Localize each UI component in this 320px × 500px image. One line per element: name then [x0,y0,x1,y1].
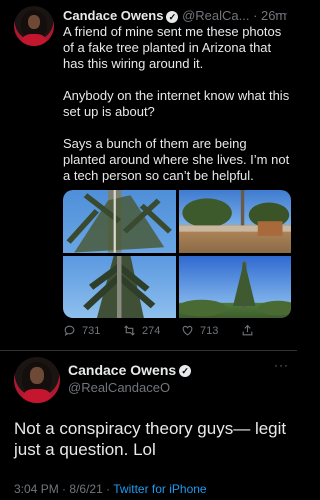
photo-tower-branches[interactable] [63,190,176,253]
tweet1-handle[interactable]: @RealCa... [182,8,249,23]
tweet2-text: Not a conspiracy theory guys— legit just… [14,419,287,459]
like-button[interactable]: 713 [181,324,218,337]
photo-street-view[interactable] [178,190,291,253]
verified-badge-icon: ✓ [166,10,179,23]
tweet1-avatar[interactable] [14,6,54,46]
tweet2-time[interactable]: 3:04 PM [14,482,59,496]
retweet-count: 274 [142,324,161,337]
share-button[interactable] [241,324,254,337]
tweet1-text: A friend of mine sent me these photos of… [63,24,291,200]
retweet-icon [124,325,135,336]
tweet-divider [0,350,297,351]
tweet1-author-name[interactable]: Candace Owens [63,8,163,23]
tweet2-author-name[interactable]: Candace Owens [68,362,176,378]
tweet2-date[interactable]: 8/6/21 [69,482,102,496]
tweet1-action-bar: 731 274 713 [63,324,283,340]
tweet1-separator: · [253,8,258,23]
retweet-button[interactable]: 274 [123,324,160,337]
reply-icon [64,325,75,337]
more-icon[interactable]: ··· [274,358,289,372]
tweet2-metadata: 3:04 PM · 8/6/21 · Twitter for iPhone [14,482,207,496]
photo-tower-distance[interactable] [178,255,291,318]
tweet1-paragraph: Says a bunch of them are being planted a… [63,136,290,183]
verified-badge-icon: ✓ [179,365,192,378]
tweet1-paragraph: A friend of mine sent me these photos of… [63,24,282,71]
tweet2-source-link[interactable]: Twitter for iPhone [113,482,206,496]
tweet1-paragraph: Anybody on the internet know what this s… [63,88,290,119]
photo-tower-closeup[interactable] [63,255,176,318]
tweet1-header: Candace Owens ✓ @RealCa... · 26m [63,8,286,23]
tweet1-photo-grid [63,190,291,318]
tweet2-handle[interactable]: @RealCandaceO [68,380,170,395]
tweet2-avatar[interactable] [14,357,60,403]
more-icon[interactable]: ··· [274,6,289,20]
reply-count: 731 [82,324,101,337]
share-icon [242,324,253,336]
meta-separator: · [62,482,67,496]
like-icon [182,325,193,336]
like-count: 713 [200,324,219,337]
meta-separator: · [106,482,111,496]
reply-button[interactable]: 731 [63,324,100,337]
tweet2-author: Candace Owens ✓ [68,362,192,378]
